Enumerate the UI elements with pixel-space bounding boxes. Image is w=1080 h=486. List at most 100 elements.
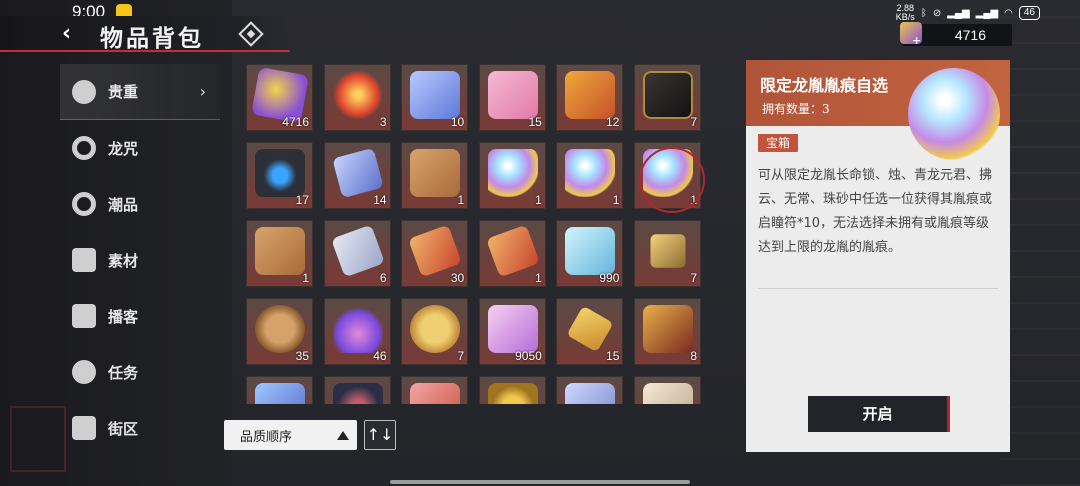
sidebar-item-dragon-curse[interactable]: 龙咒 xyxy=(60,120,220,176)
sort-dropdown[interactable]: 品质顺序 xyxy=(224,420,357,450)
item-icon xyxy=(565,149,616,197)
item-slot[interactable]: 17 xyxy=(246,142,313,209)
plus-icon: + xyxy=(912,34,922,47)
detail-description: 可从限定龙胤长命锁、烛、青龙元君、拂云、无常、珠砂中任选一位获得其胤痕或启瞳符*… xyxy=(758,168,993,255)
net-speed: 2.88 KB/s xyxy=(896,4,915,22)
item-count: 8 xyxy=(690,349,697,363)
item-count: 35 xyxy=(295,349,309,363)
item-count: 4716 xyxy=(282,115,309,129)
item-icon xyxy=(255,227,305,275)
item-count: 46 xyxy=(373,349,387,363)
sidebar-item-label: 龙咒 xyxy=(108,139,139,158)
divider xyxy=(758,288,998,289)
item-slot[interactable] xyxy=(556,376,624,404)
item-slot[interactable]: 12 xyxy=(556,64,624,131)
item-count: 6 xyxy=(379,271,387,285)
home-indicator[interactable] xyxy=(390,480,690,484)
item-slot[interactable]: 1 xyxy=(401,142,469,209)
item-slot[interactable]: 7 xyxy=(634,220,701,287)
item-slot[interactable]: 1 xyxy=(478,220,546,287)
item-icon xyxy=(410,305,461,353)
item-slot[interactable] xyxy=(323,376,391,404)
item-slot[interactable]: 1 xyxy=(478,142,546,209)
sidebar-item-label: 素材 xyxy=(108,251,139,270)
back-button[interactable]: ‹ xyxy=(62,22,86,46)
chevron-left-icon: ‹ xyxy=(62,21,72,46)
item-icon xyxy=(565,71,616,119)
item-slot[interactable]: 15 xyxy=(478,64,546,131)
item-slot[interactable]: 14 xyxy=(323,142,391,209)
item-slot[interactable]: 30 xyxy=(401,220,469,287)
mute-icon: ⊘ xyxy=(932,7,942,19)
item-count: 1 xyxy=(690,193,697,207)
background-decoration xyxy=(1000,0,1080,486)
item-slot[interactable]: 10 xyxy=(401,64,469,131)
item-slot[interactable]: 1 xyxy=(634,142,705,213)
item-icon xyxy=(408,224,463,278)
item-slot[interactable]: 1 xyxy=(556,142,624,209)
sidebar-item-valuables[interactable]: 贵重 › xyxy=(60,64,220,120)
status-icons: 2.88 KB/s ᛒ ⊘ ▂▄▆ ▂▄▆ ◠ 46 xyxy=(896,4,1040,22)
item-slot[interactable]: 7 xyxy=(634,64,701,131)
currency-display[interactable]: + 4716 xyxy=(900,22,1012,47)
cube-icon xyxy=(72,248,96,272)
item-count: 9050 xyxy=(515,349,542,363)
item-icon xyxy=(487,305,538,353)
item-detail-panel: 限定龙胤胤痕自选 拥有数量：3 宝箱 可从限定龙胤长命锁、烛、青龙元君、拂云、无… xyxy=(746,60,1010,452)
detail-item-image xyxy=(908,68,1000,160)
item-grid: 4716 3 10 15 12 7 17 14 1 1 1 1 1 6 30 1 990 7 35 46 7 9050 15… xyxy=(246,64,706,404)
item-count: 3 xyxy=(379,115,387,129)
item-slot[interactable]: 9050 xyxy=(478,298,546,365)
item-slot[interactable]: 6 xyxy=(323,220,391,287)
item-icon xyxy=(485,224,540,278)
page-header: ‹ 物品背包 xyxy=(0,16,290,52)
ring-icon xyxy=(72,136,96,160)
item-count: 12 xyxy=(606,115,620,129)
item-slot[interactable]: 8 xyxy=(634,298,701,365)
item-icon xyxy=(487,71,538,119)
item-slot[interactable] xyxy=(246,376,313,404)
item-icon xyxy=(643,71,693,119)
battery-indicator: 46 xyxy=(1018,6,1040,20)
sort-order-toggle[interactable]: ↑↓ xyxy=(364,420,396,450)
item-icon xyxy=(331,147,384,199)
item-slot[interactable] xyxy=(634,376,701,404)
item-count: 17 xyxy=(295,193,309,207)
item-slot[interactable]: 3 xyxy=(323,64,391,131)
hanger-icon xyxy=(72,192,96,216)
item-count: 30 xyxy=(450,271,465,285)
sidebar-item-label: 贵重 xyxy=(108,83,139,101)
item-slot[interactable]: 35 xyxy=(246,298,313,365)
sort-arrows-icon: ↑↓ xyxy=(366,425,394,444)
film-reel-icon xyxy=(72,360,96,384)
sidebar-item-tasks[interactable]: 任务 xyxy=(60,344,220,400)
item-icon xyxy=(643,149,693,197)
sidebar-item-podcast[interactable]: 播客 xyxy=(60,288,220,344)
item-slot[interactable]: 1 xyxy=(246,220,313,287)
sidebar-item-street[interactable]: 街区 xyxy=(60,400,220,456)
item-slot[interactable]: 4716 xyxy=(246,64,313,131)
sidebar-item-label: 播客 xyxy=(108,307,139,326)
sidebar-item-label: 任务 xyxy=(108,363,139,382)
item-slot[interactable] xyxy=(401,376,469,404)
item-count: 14 xyxy=(373,193,387,207)
sidebar-item-fashion[interactable]: 潮品 xyxy=(60,176,220,232)
sidebar-item-materials[interactable]: 素材 xyxy=(60,232,220,288)
item-icon xyxy=(410,71,461,119)
item-icon xyxy=(487,149,538,197)
item-count: 1 xyxy=(302,271,309,285)
item-slot[interactable]: 46 xyxy=(323,298,391,365)
item-count: 1 xyxy=(457,193,465,207)
item-slot[interactable] xyxy=(478,376,546,404)
sidebar-nav: 贵重 › 龙咒 潮品 素材 播客 任务 街区 xyxy=(60,64,220,456)
item-count: 1 xyxy=(612,193,620,207)
item-icon xyxy=(650,234,686,268)
chevron-right-icon: › xyxy=(199,82,206,101)
diamond-icon[interactable] xyxy=(238,21,264,47)
open-button[interactable]: 开启 xyxy=(808,396,950,432)
item-icon xyxy=(255,149,305,197)
item-icon xyxy=(255,383,305,404)
item-slot[interactable]: 7 xyxy=(401,298,469,365)
item-slot[interactable]: 990 xyxy=(556,220,624,287)
item-slot[interactable]: 15 xyxy=(556,298,624,365)
